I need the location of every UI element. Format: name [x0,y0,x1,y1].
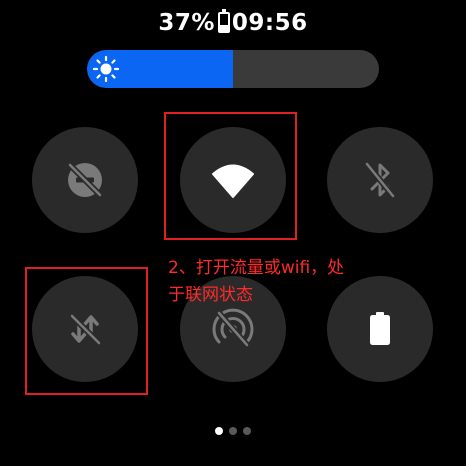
bluetooth-off-icon [364,162,396,198]
bluetooth-toggle[interactable] [327,127,433,233]
page-indicator [0,420,466,439]
annotation-text: 2、打开流量或wifi，处 于联网状态 [168,258,345,305]
mobile-data-highlight-box [25,267,148,395]
page-dot[interactable] [243,427,251,435]
sun-icon [92,55,120,83]
battery-percent: 37% [158,10,215,36]
page-dot[interactable] [229,427,237,435]
battery-icon [370,312,390,345]
battery-status-icon [217,9,230,33]
status-bar: 37% 09:56 [0,9,466,36]
do-not-disturb-off-icon [67,162,103,198]
clock-time: 09:56 [231,10,308,36]
wifi-highlight-box [164,112,297,240]
page-dot-active[interactable] [215,427,223,435]
nfc-off-icon [212,308,254,347]
do-not-disturb-toggle[interactable] [32,127,138,233]
brightness-slider[interactable] [87,50,379,88]
